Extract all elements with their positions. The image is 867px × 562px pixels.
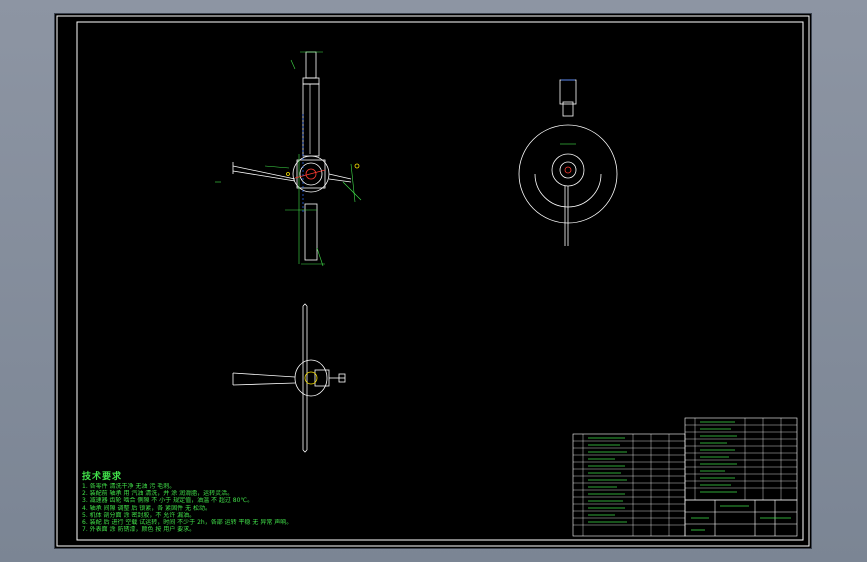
inner-frame (76, 21, 804, 541)
drawing-viewport[interactable]: 技术要求 1. 各零件 清洗干净 无油 污 毛刺。 2. 装配前 轴承 用 汽油… (55, 14, 811, 548)
requirement-line: 3. 减速器 齿轮 啮合 侧隙 不 小于 规定值，油温 不 超过 80℃。 (82, 497, 254, 505)
parts-list-right (684, 417, 798, 501)
outer-frame (56, 15, 810, 547)
cad-drawing (56, 15, 810, 547)
requirement-line: 6. 装配 后 进行 空载 试运转，时间 不少于 2h，各部 运转 平稳 无 异… (82, 519, 293, 527)
motor-top (305, 51, 317, 79)
requirement-line: 1. 各零件 清洗干净 无油 污 毛刺。 (82, 483, 176, 490)
shaft-lower (304, 203, 318, 261)
hub (551, 153, 585, 187)
technical-requirements: 技术要求 1. 各零件 清洗干净 无油 污 毛刺。 2. 装配前 轴承 用 汽油… (82, 472, 442, 533)
top-view (232, 303, 346, 453)
side-view (518, 79, 618, 246)
title-block (684, 499, 798, 537)
shaft-upper (302, 83, 320, 157)
top-hub (294, 359, 328, 397)
technical-requirements-title: 技术要求 (82, 472, 123, 482)
front-view (215, 51, 362, 267)
parts-list-left (572, 433, 686, 537)
requirement-line: 7. 外表面 涂 防锈漆，颜色 按 用户 要求。 (82, 526, 196, 534)
side-motor (559, 79, 577, 105)
requirement-line: 5. 机体 剖分面 涂 密封胶，不 允许 漏油。 (82, 511, 196, 519)
requirement-line: 4. 轴承 间隙 调整 后 锁紧，各 紧固件 无 松动。 (82, 504, 211, 512)
requirement-line: 2. 装配前 轴承 用 汽油 清洗，并 涂 润滑脂，运转灵活。 (82, 490, 234, 498)
